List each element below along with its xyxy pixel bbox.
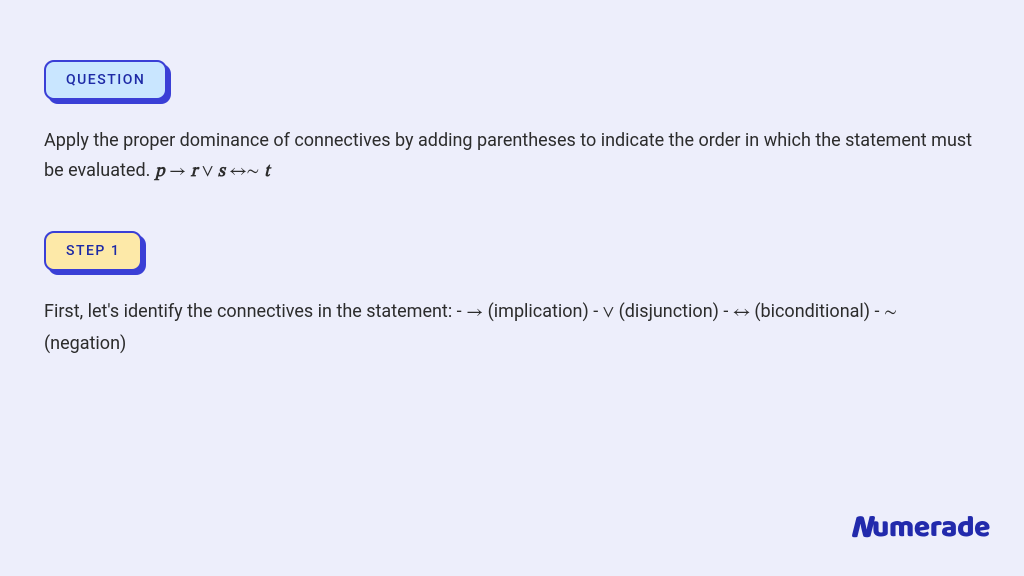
formula-or: ∨ [202,163,213,181]
step1-badge: STEP 1 [44,231,142,271]
formula-r: r [191,163,198,181]
step1-iff-label: (biconditional) - [750,301,884,322]
step1-or-label: (disjunction) - [614,301,733,322]
formula-arrow: → [169,163,186,181]
step1-arrow-label: (implication) - [483,301,603,322]
formula-neg: ∼ [246,163,259,181]
brand-logo-rest: umerade [872,504,990,552]
step1-neg-label: (negation) [44,333,126,354]
formula-iff: ↔ [229,163,246,181]
formula-t: t [264,163,270,181]
question-badge: QUESTION [44,60,167,100]
question-badge-label: QUESTION [66,72,145,88]
step1-badge-label: STEP 1 [66,243,120,259]
formula-p: p [155,163,165,181]
formula-s: s [218,163,225,181]
step1-arrow: → [466,304,483,322]
step1-iff: ↔ [733,304,750,322]
brand-logo-n: N [849,500,872,555]
step1-prefix: First, let's identify the connectives in… [44,301,466,322]
step1-or: ∨ [603,304,614,322]
step1-text: First, let's identify the connectives in… [44,297,980,358]
step1-neg: ∼ [884,304,897,322]
question-text: Apply the proper dominance of connective… [44,126,980,187]
brand-logo: Numerade [849,499,990,554]
